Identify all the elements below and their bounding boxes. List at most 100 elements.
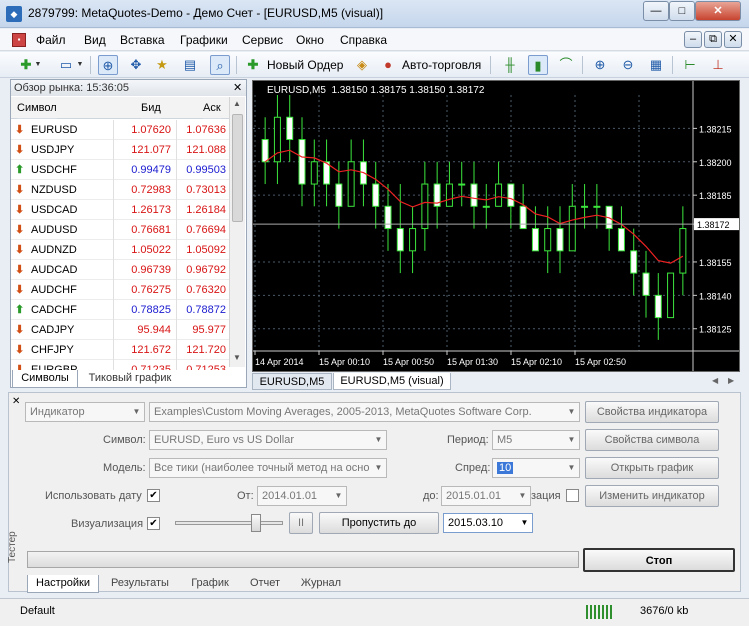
visualization-checkbox[interactable]: ✔ [147,517,160,530]
menu-view[interactable]: Вид [84,33,106,47]
to-date-field[interactable]: 2015.01.01 ▼ [441,486,531,506]
autoscroll-icon[interactable]: ⊥ [708,55,728,75]
menu-insert[interactable]: Вставка [120,33,165,47]
indicator-path-select[interactable]: Examples\Custom Moving Averages, 2005-20… [149,402,580,422]
market-watch-row[interactable]: ⬇ USDCAD 1.26173 1.26184 [11,200,229,220]
tester-close-icon[interactable]: ✕ [12,396,20,407]
market-watch-row[interactable]: ⬇ NZDUSD 0.72983 0.73013 [11,180,229,200]
candle-body [421,183,429,230]
market-watch-scrollbar[interactable]: ▲ ▼ [229,97,245,367]
menu-charts[interactable]: Графики [180,33,228,47]
tester-tab-settings[interactable]: Настройки [27,575,99,593]
symbol-name: AUDNZD [31,244,77,256]
data-window-icon[interactable]: ✥ [126,55,146,75]
open-chart-button[interactable]: Открыть график [585,457,719,479]
market-watch-row[interactable]: ⬆ CADCHF 0.78825 0.78872 [11,300,229,320]
candlestick-icon[interactable]: ▮ [528,55,548,75]
pause-button[interactable]: II [289,512,313,534]
terminal-icon[interactable]: ▤ [180,55,200,75]
scroll-down-arrow[interactable]: ▼ [233,353,241,362]
market-watch-row[interactable]: ⬇ CADJPY 95.944 95.977 [11,320,229,340]
ask-price: 0.78872 [186,304,226,316]
tab-symbols[interactable]: Символы [12,370,78,388]
tester-icon[interactable]: ⌕ [210,55,230,75]
modify-indicator-button[interactable]: Изменить индикатор [585,485,719,507]
market-watch-icon[interactable]: ⊕ [98,55,118,75]
dropdown-icon[interactable]: ▼ [76,55,84,75]
metaeditor-icon[interactable]: ◈ [352,55,372,75]
menu-help[interactable]: Справка [340,33,387,47]
symbol-select[interactable]: EURUSD, Euro vs US Dollar ▼ [149,430,387,450]
col-ask[interactable]: Аск [203,97,221,119]
market-watch-close-icon[interactable]: ✕ [233,81,242,94]
tester-tab-report[interactable]: Отчет [240,575,290,593]
tile-windows-icon[interactable]: ▦ [646,55,666,75]
market-watch-row[interactable]: ⬇ USDJPY 121.077 121.088 [11,140,229,160]
skip-to-button[interactable]: Пропустить до [319,512,439,534]
minimize-button[interactable]: — [643,1,669,21]
auto-trading-icon[interactable]: ● [378,55,398,75]
navigator-icon[interactable]: ★ [152,55,172,75]
auto-trading-button[interactable]: Авто-торговля [402,58,481,72]
chart-window[interactable]: 1.38215 1.38200 1.38185 1.38172 1.38155 1.381… [252,80,740,372]
tester-tab-journal[interactable]: Журнал [294,575,348,593]
speed-slider-thumb[interactable] [251,514,261,532]
chevron-down-icon: ▼ [334,491,343,500]
bar-chart-icon[interactable]: ╫ [500,55,520,75]
mdi-minimize-button[interactable]: – [684,31,702,48]
indicator-type-select[interactable]: Индикатор ▼ [25,402,145,422]
market-watch-row[interactable]: ⬇ AUDCHF 0.76275 0.76320 [11,280,229,300]
new-chart-icon[interactable]: ✚ [16,55,36,75]
menu-file[interactable]: Файл [36,33,66,47]
scroll-thumb[interactable] [232,114,243,222]
chart-canvas[interactable]: 1.38215 1.38200 1.38185 1.38172 1.38155 1.381… [253,81,739,371]
chart-tabs-scroll-left[interactable]: ◀ [712,376,718,385]
chart-tab-eurusd-m5-visual[interactable]: EURUSD,M5 (visual) [333,373,451,390]
mdi-close-button[interactable]: ✕ [724,31,742,48]
mdi-restore-button[interactable]: ⧉ [704,31,722,48]
optimization-label: зация [531,490,561,502]
symbol-properties-button[interactable]: Свойства символа [585,429,719,451]
candle-body [654,294,662,319]
market-watch-row[interactable]: ⬇ AUDNZD 1.05022 1.05092 [11,240,229,260]
skip-to-date-field[interactable]: 2015.03.10 ▼ [443,513,533,533]
model-select[interactable]: Все тики (наиболее точный метод на осно ▼ [149,458,387,478]
dropdown-icon[interactable]: ▼ [34,55,42,75]
menu-window[interactable]: Окно [296,33,324,47]
zoom-out-icon[interactable]: ⊖ [618,55,638,75]
arrow-down-icon: ⬇ [15,144,25,156]
chart-shift-icon[interactable]: ⊢ [680,55,700,75]
col-bid[interactable]: Бид [141,97,161,119]
new-order-button[interactable]: Новый Ордер [267,58,343,72]
tab-tick-chart[interactable]: Тиковый график [82,370,178,388]
spread-select[interactable]: 10 ▼ [492,458,580,478]
tester-tab-graph[interactable]: График [182,575,238,593]
market-watch-row[interactable]: ⬇ EURUSD 1.07620 1.07636 [11,120,229,140]
chart-tab-eurusd-m5[interactable]: EURUSD,M5 [252,373,332,390]
from-date-field[interactable]: 2014.01.01 ▼ [257,486,347,506]
zoom-in-icon[interactable]: ⊕ [590,55,610,75]
close-button[interactable]: ✕ [695,1,741,21]
new-order-icon[interactable]: ✚ [243,55,263,75]
scroll-up-arrow[interactable]: ▲ [233,99,241,108]
chart-tabs-scroll-right[interactable]: ▶ [728,376,734,385]
market-watch-row[interactable]: ⬆ USDCHF 0.99479 0.99503 [11,160,229,180]
chevron-down-icon: ▼ [567,407,576,416]
menu-tools[interactable]: Сервис [242,33,283,47]
indicator-properties-button[interactable]: Свойства индикатора [585,401,719,423]
use-date-checkbox[interactable]: ✔ [147,489,160,502]
period-select[interactable]: M5 ▼ [492,430,580,450]
speed-slider-track[interactable] [175,521,283,525]
col-symbol[interactable]: Символ [17,97,57,119]
stop-button[interactable]: Стоп [583,548,735,572]
market-watch-row[interactable]: ⬇ AUDUSD 0.76681 0.76694 [11,220,229,240]
indicator-type-value: Индикатор [30,406,85,418]
maximize-button[interactable]: □ [669,1,695,21]
market-watch-row[interactable]: ⬇ CHFJPY 121.672 121.720 [11,340,229,360]
profiles-icon[interactable]: ▭ [56,55,76,75]
market-watch-row[interactable]: ⬇ EURGBP 0.71235 0.71253 [11,360,229,370]
optimization-checkbox[interactable] [566,489,579,502]
tester-tab-results[interactable]: Результаты [104,575,176,593]
line-chart-icon[interactable]: ⌒ [556,55,576,75]
market-watch-row[interactable]: ⬇ AUDCAD 0.96739 0.96792 [11,260,229,280]
